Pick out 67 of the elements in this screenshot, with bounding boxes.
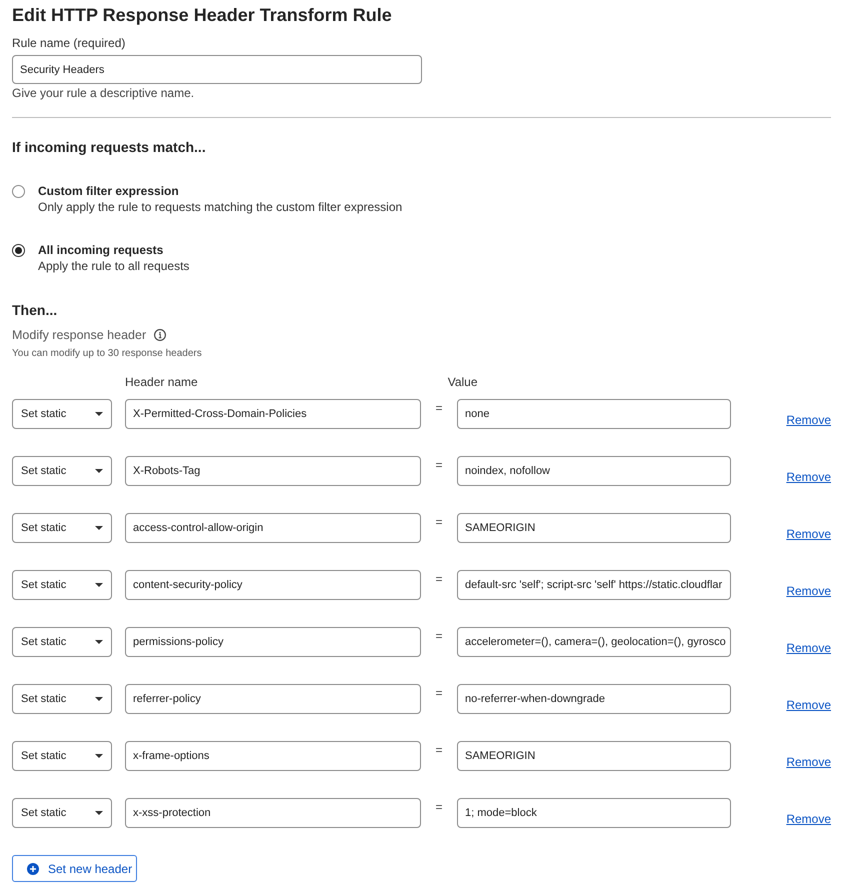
remove-link[interactable]: Remove xyxy=(786,640,831,656)
option-description: Apply the rule to all requests xyxy=(38,258,190,275)
option-label: Custom filter expression xyxy=(38,183,180,199)
header-value-field[interactable]: SAMEORIGIN xyxy=(457,513,731,543)
action-select[interactable]: Set static xyxy=(12,741,112,771)
info-icon[interactable] xyxy=(154,329,166,341)
header-value-field[interactable]: no-referrer-when-downgrade xyxy=(457,684,731,714)
set-new-header-button[interactable]: Set new header xyxy=(12,855,137,882)
remove-link[interactable]: Remove xyxy=(786,583,831,599)
action-select[interactable]: Set static xyxy=(12,627,112,657)
remove-link[interactable]: Remove xyxy=(786,754,831,770)
action-select[interactable]: Set static xyxy=(12,798,112,828)
remove-link[interactable]: Remove xyxy=(786,526,831,542)
section-label: Modify response header xyxy=(12,327,146,344)
limit-note: You can modify up to 30 response headers xyxy=(12,347,203,361)
action-select[interactable]: Set static xyxy=(12,513,112,543)
plus-circle-icon xyxy=(27,862,39,874)
equals-sign: = xyxy=(434,686,444,700)
column-heading: Value xyxy=(448,374,478,390)
header-name-field[interactable]: referrer-policy xyxy=(125,684,421,714)
header-name-field[interactable]: x-xss-protection xyxy=(125,798,421,828)
action-select[interactable]: Set static xyxy=(12,456,112,486)
equals-sign: = xyxy=(434,401,444,415)
page-title: Edit HTTP Response Header Transform Rule xyxy=(12,4,393,27)
caret-icon xyxy=(95,469,103,473)
remove-link[interactable]: Remove xyxy=(786,469,831,485)
field-hint: Give your rule a descriptive name. xyxy=(12,85,196,101)
equals-sign: = xyxy=(434,458,444,472)
header-name-field[interactable]: permissions-policy xyxy=(125,627,421,657)
action-select[interactable]: Set static xyxy=(12,570,112,600)
header-value-field[interactable]: 1; mode=block xyxy=(457,798,731,828)
header-value-field[interactable]: accelerometer=(), camera=(), geolocation=(), gyrosco xyxy=(457,627,731,657)
radio-button[interactable] xyxy=(12,244,25,257)
caret-icon xyxy=(95,412,103,416)
equals-sign: = xyxy=(434,743,444,757)
header-value-field[interactable]: none xyxy=(457,399,731,429)
caret-icon xyxy=(95,697,103,701)
caret-icon xyxy=(95,640,103,644)
caret-icon xyxy=(95,526,103,530)
equals-sign: = xyxy=(434,629,444,643)
remove-link[interactable]: Remove xyxy=(786,412,831,428)
section-heading: Then... xyxy=(12,301,58,320)
radio-button[interactable] xyxy=(12,185,25,198)
remove-link[interactable]: Remove xyxy=(786,697,831,713)
caret-icon xyxy=(95,583,103,587)
equals-sign: = xyxy=(434,800,444,814)
option-label: All incoming requests xyxy=(38,242,164,258)
header-value-field[interactable]: noindex, nofollow xyxy=(457,456,731,486)
header-name-field[interactable]: X-Robots-Tag xyxy=(125,456,421,486)
header-value-field[interactable]: default-src 'self'; script-src 'self' https://static.cloudflar xyxy=(457,570,731,600)
header-name-field[interactable]: access-control-allow-origin xyxy=(125,513,421,543)
equals-sign: = xyxy=(434,572,444,586)
header-name-field[interactable]: X-Permitted-Cross-Domain-Policies xyxy=(125,399,421,429)
header-value-field[interactable]: SAMEORIGIN xyxy=(457,741,731,771)
action-select[interactable]: Set static xyxy=(12,399,112,429)
remove-link[interactable]: Remove xyxy=(786,811,831,827)
action-select[interactable]: Set static xyxy=(12,684,112,714)
section-heading: If incoming requests match... xyxy=(12,138,207,157)
column-heading: Header name xyxy=(125,374,198,390)
equals-sign: = xyxy=(434,515,444,529)
caret-icon xyxy=(95,754,103,758)
caret-icon xyxy=(95,811,103,815)
header-name-field[interactable]: content-security-policy xyxy=(125,570,421,600)
header-name-field[interactable]: x-frame-options xyxy=(125,741,421,771)
option-description: Only apply the rule to requests matching the custom filter expression xyxy=(38,199,402,216)
field-label: Rule name (required) xyxy=(12,35,126,51)
rule-name-field[interactable]: Security Headers xyxy=(12,55,422,84)
